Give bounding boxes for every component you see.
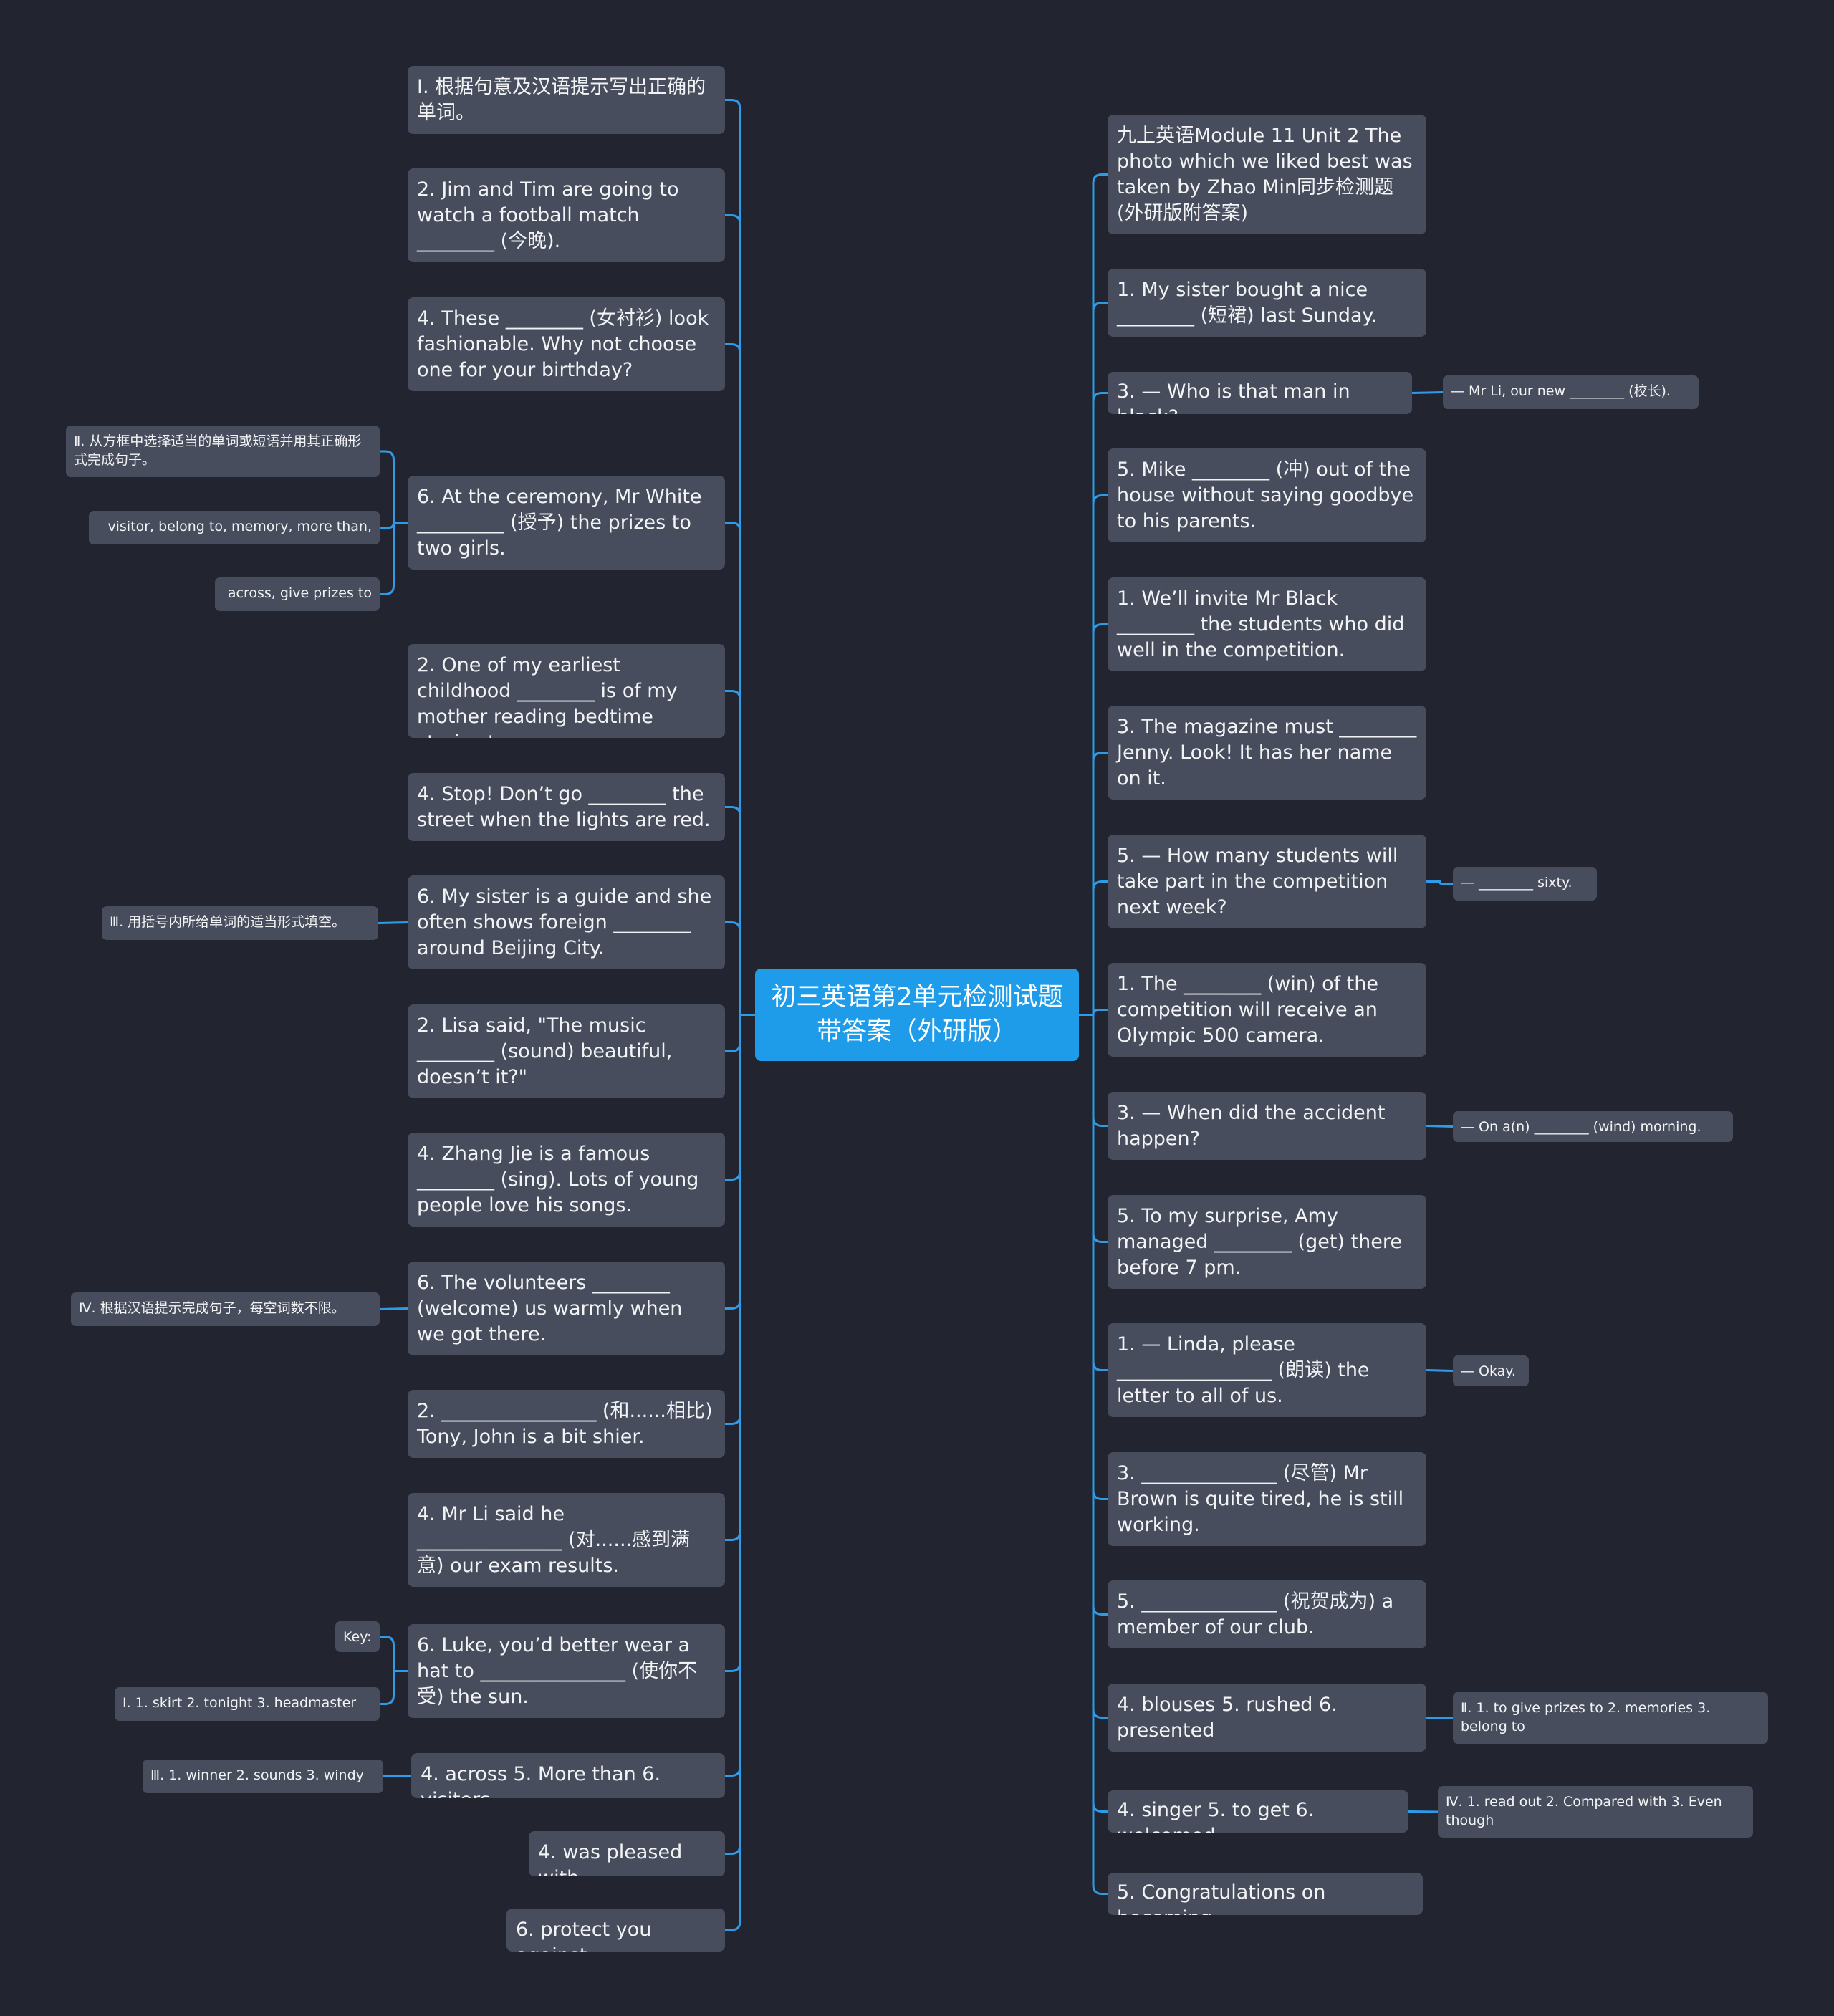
far-left-topic[interactable]: across, give prizes to — [215, 577, 380, 611]
far-right-topic[interactable]: — Okay. — [1453, 1355, 1529, 1386]
far-right-topic[interactable]: — ________ sixty. — [1453, 867, 1597, 901]
far-left-topic[interactable]: Ⅰ. 1. skirt 2. tonight 3. headmaster — [115, 1687, 380, 1721]
far-right-topic[interactable]: Ⅳ. 1. read out 2. Compared with 3. Even … — [1438, 1786, 1753, 1838]
connector-line — [725, 921, 755, 1016]
left-topic[interactable]: 6. The volunteers ________ (welcome) us … — [408, 1262, 725, 1355]
right-topic[interactable]: 5. ______________ (祝贺成为) a member of our… — [1108, 1580, 1426, 1648]
connector-line — [1408, 1810, 1439, 1813]
left-topic[interactable]: 6. At the ceremony, Mr White _________ (… — [408, 476, 725, 570]
left-topic[interactable]: 6. My sister is a guide and she often sh… — [408, 875, 725, 969]
far-left-topic[interactable]: Ⅱ. 从方框中选择适当的单词或短语并用其正确形式完成句子。 — [66, 426, 380, 477]
left-topic[interactable]: 4. Stop! Don’t go ________ the street wh… — [408, 773, 725, 841]
far-right-topic[interactable]: — On a(n) ________ (wind) morning. — [1453, 1111, 1733, 1142]
right-topic[interactable]: 1. The ________ (win) of the competition… — [1108, 963, 1426, 1057]
left-topic[interactable]: 4. across 5. More than 6. visitors — [411, 1753, 725, 1798]
connector-line — [380, 1670, 408, 1705]
connector-line — [383, 1775, 412, 1777]
connector-line — [725, 1014, 755, 1931]
right-topic[interactable]: 3. — Who is that man in black? — [1108, 372, 1412, 414]
far-left-topic[interactable]: visitor, belong to, memory, more than, — [89, 511, 380, 544]
left-topic[interactable]: 4. Zhang Jie is a famous ________ (sing)… — [408, 1133, 725, 1227]
connector-line — [379, 1307, 408, 1310]
right-topic[interactable]: 5. To my surprise, Amy managed ________ … — [1108, 1195, 1426, 1289]
far-left-topic[interactable]: Key: — [335, 1621, 380, 1652]
right-topic[interactable]: 5. — How many students will take part in… — [1108, 835, 1426, 928]
left-topic[interactable]: 4. was pleased with — [529, 1831, 725, 1876]
far-left-topic[interactable]: Ⅳ. 根据汉语提示完成句子，每空词数不限。 — [71, 1292, 380, 1326]
right-topic[interactable]: 3. — When did the accident happen? — [1108, 1092, 1426, 1160]
left-topic[interactable]: Ⅰ. 根据句意及汉语提示写出正确的单词。 — [408, 66, 725, 134]
left-topic[interactable]: 2. Jim and Tim are going to watch a foot… — [408, 168, 725, 262]
far-left-topic[interactable]: Ⅲ. 1. winner 2. sounds 3. windy — [143, 1760, 383, 1793]
far-left-topic[interactable]: Ⅲ. 用括号内所给单词的适当形式填空。 — [102, 906, 378, 940]
right-topic[interactable]: 1. We’ll invite Mr Black ________ the st… — [1108, 577, 1426, 671]
left-topic[interactable]: 2. Lisa said, "The music ________ (sound… — [408, 1004, 725, 1098]
connector-line — [1426, 880, 1453, 885]
connector-line — [1426, 1125, 1454, 1128]
right-topic[interactable]: 3. ______________ (尽管) Mr Brown is quite… — [1108, 1452, 1426, 1546]
right-topic[interactable]: 5. Mike ________ (冲) out of the house wi… — [1108, 448, 1426, 542]
right-topic[interactable]: 5. Congratulations on becoming — [1108, 1873, 1423, 1915]
left-topic[interactable]: 6. Luke, you’d better wear a hat to ____… — [408, 1624, 725, 1718]
connector-line — [1079, 1014, 1108, 1895]
right-topic[interactable]: 九上英语Module 11 Unit 2 The photo which we … — [1108, 115, 1426, 234]
central-topic[interactable]: 初三英语第2单元检测试题带答案（外研版） — [755, 969, 1079, 1061]
right-topic[interactable]: 3. The magazine must ________ Jenny. Loo… — [1108, 706, 1426, 800]
connector-line — [1079, 880, 1108, 1016]
far-right-topic[interactable]: — Mr Li, our new ________ (校长). — [1443, 375, 1699, 409]
right-topic[interactable]: 1. — Linda, please ________________ (朗读)… — [1108, 1323, 1426, 1417]
right-topic[interactable]: 4. singer 5. to get 6. welcomed — [1108, 1790, 1408, 1833]
left-topic[interactable]: 2. One of my earliest childhood ________… — [408, 644, 725, 738]
connector-line — [380, 1636, 408, 1672]
connector-line — [380, 522, 408, 595]
connector-line — [1426, 1717, 1454, 1719]
left-topic[interactable]: 6. protect you against — [506, 1909, 725, 1952]
far-right-topic[interactable]: Ⅱ. 1. to give prizes to 2. memories 3. b… — [1453, 1692, 1768, 1744]
connector-line — [380, 450, 408, 524]
right-topic[interactable]: 4. blouses 5. rushed 6. presented — [1108, 1684, 1426, 1752]
left-topic[interactable]: 2. ________________ (和......相比) Tony, Jo… — [408, 1390, 725, 1458]
left-topic[interactable]: 4. Mr Li said he _______________ (对.....… — [408, 1493, 725, 1587]
left-topic[interactable]: 4. These ________ (女衬衫) look fashionable… — [408, 297, 725, 391]
right-topic[interactable]: 1. My sister bought a nice ________ (短裙)… — [1108, 269, 1426, 337]
